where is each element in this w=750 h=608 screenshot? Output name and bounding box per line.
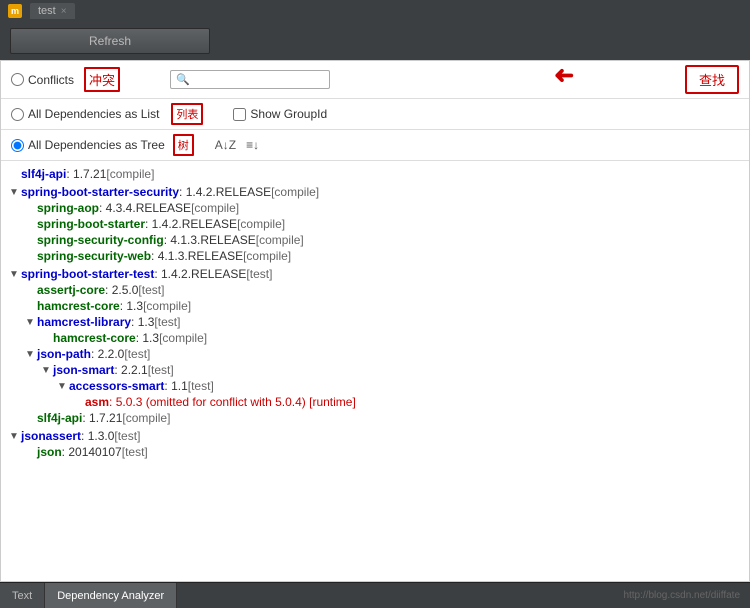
all-deps-list-label: All Dependencies as List [28, 107, 159, 121]
toolbar: Refresh [0, 22, 750, 60]
all-deps-list-radio[interactable]: All Dependencies as List [11, 107, 159, 121]
sort-az-icon[interactable]: A↓Z [215, 138, 236, 152]
all-deps-tree-label: All Dependencies as Tree [28, 138, 165, 152]
tree-row[interactable]: spring-aop : 4.3.4.RELEASE [compile] [1, 200, 749, 216]
tab-name: test [38, 5, 56, 17]
refresh-button[interactable]: Refresh [10, 28, 210, 54]
show-groupid-label: Show GroupId [250, 107, 327, 121]
tree-row[interactable]: jsonassert : 1.3.0 [test] [1, 428, 749, 444]
tree-row[interactable]: hamcrest-core : 1.3 [compile] [1, 298, 749, 314]
expand-icon[interactable] [57, 381, 69, 392]
tree-row[interactable]: spring-security-web : 4.1.3.RELEASE [com… [1, 248, 749, 264]
options-row-2: All Dependencies as List 列表 Show GroupId [1, 99, 749, 130]
expand-icon[interactable] [9, 431, 21, 442]
tree-row[interactable]: slf4j-api : 1.7.21 [compile] [1, 410, 749, 426]
watermark: http://blog.csdn.net/diiffate [623, 590, 740, 601]
list-item: jsonassert : 1.3.0 [test] json : 2014010… [1, 427, 749, 461]
tree-row[interactable]: slf4j-api : 1.7.21 [compile] [1, 166, 749, 182]
all-deps-list-radio-input[interactable] [11, 108, 24, 121]
list-item: spring-boot-starter-security : 1.4.2.REL… [1, 183, 749, 265]
conflicts-radio-input[interactable] [11, 73, 24, 86]
tree-row[interactable]: spring-boot-starter : 1.4.2.RELEASE [com… [1, 216, 749, 232]
options-row-1: Conflicts 冲突 🔍 ➜ 查找 [1, 61, 749, 99]
title-bar: m test × [0, 0, 750, 22]
close-tab-button[interactable]: × [61, 6, 67, 17]
app-icon: m [8, 4, 22, 18]
conflicts-radio[interactable]: Conflicts [11, 73, 74, 87]
tree-row[interactable]: assertj-core : 2.5.0 [test] [1, 282, 749, 298]
list-item: slf4j-api : 1.7.21 [compile] [1, 165, 749, 183]
tree-row[interactable]: json-path : 2.2.0 [test] [1, 346, 749, 362]
arrow-annotation: ➜ [554, 61, 574, 90]
tree-row[interactable]: json-smart : 2.2.1 [test] [1, 362, 749, 378]
list-item: spring-boot-starter-test : 1.4.2.RELEASE… [1, 265, 749, 427]
conflicts-label: Conflicts [28, 73, 74, 87]
conflicts-annotation: 冲突 [84, 67, 120, 92]
tree-row[interactable]: hamcrest-core : 1.3 [compile] [1, 330, 749, 346]
show-groupid-option[interactable]: Show GroupId [233, 107, 327, 121]
title-tab[interactable]: test × [30, 3, 75, 19]
tree-annotation: 树 [173, 134, 194, 156]
find-button[interactable]: 查找 [685, 65, 739, 94]
all-deps-tree-radio[interactable]: All Dependencies as Tree [11, 138, 165, 152]
sort-za-icon[interactable]: ≡↓ [246, 138, 259, 152]
tree-row[interactable]: spring-boot-starter-test : 1.4.2.RELEASE… [1, 266, 749, 282]
tree-row[interactable]: spring-security-config : 4.1.3.RELEASE [… [1, 232, 749, 248]
expand-icon[interactable] [41, 365, 53, 376]
search-icon: 🔍 [176, 73, 190, 86]
list-annotation: 列表 [171, 103, 203, 125]
text-tab[interactable]: Text [0, 583, 45, 608]
tree-row[interactable]: asm : 5.0.3 (omitted for conflict with 5… [1, 394, 749, 410]
search-input[interactable] [193, 74, 324, 86]
tree-row[interactable]: accessors-smart : 1.1 [test] [1, 378, 749, 394]
show-groupid-checkbox[interactable] [233, 108, 246, 121]
dependency-analyzer-tab[interactable]: Dependency Analyzer [45, 583, 177, 608]
tree-view: slf4j-api : 1.7.21 [compile] spring-boot… [1, 161, 749, 581]
tree-row[interactable]: hamcrest-library : 1.3 [test] [1, 314, 749, 330]
expand-icon[interactable] [25, 349, 37, 360]
expand-icon[interactable] [9, 269, 21, 280]
search-box: 🔍 [170, 70, 330, 89]
options-row-3: All Dependencies as Tree 树 A↓Z ≡↓ [1, 130, 749, 161]
tree-row[interactable]: json : 20140107 [test] [1, 444, 749, 460]
all-deps-tree-radio-input[interactable] [11, 139, 24, 152]
main-panel: Conflicts 冲突 🔍 ➜ 查找 All Dependencies as … [0, 60, 750, 582]
tree-row[interactable]: spring-boot-starter-security : 1.4.2.REL… [1, 184, 749, 200]
expand-icon[interactable] [9, 187, 21, 198]
expand-icon[interactable] [25, 317, 37, 328]
bottom-bar: Text Dependency Analyzer http://blog.csd… [0, 582, 750, 608]
